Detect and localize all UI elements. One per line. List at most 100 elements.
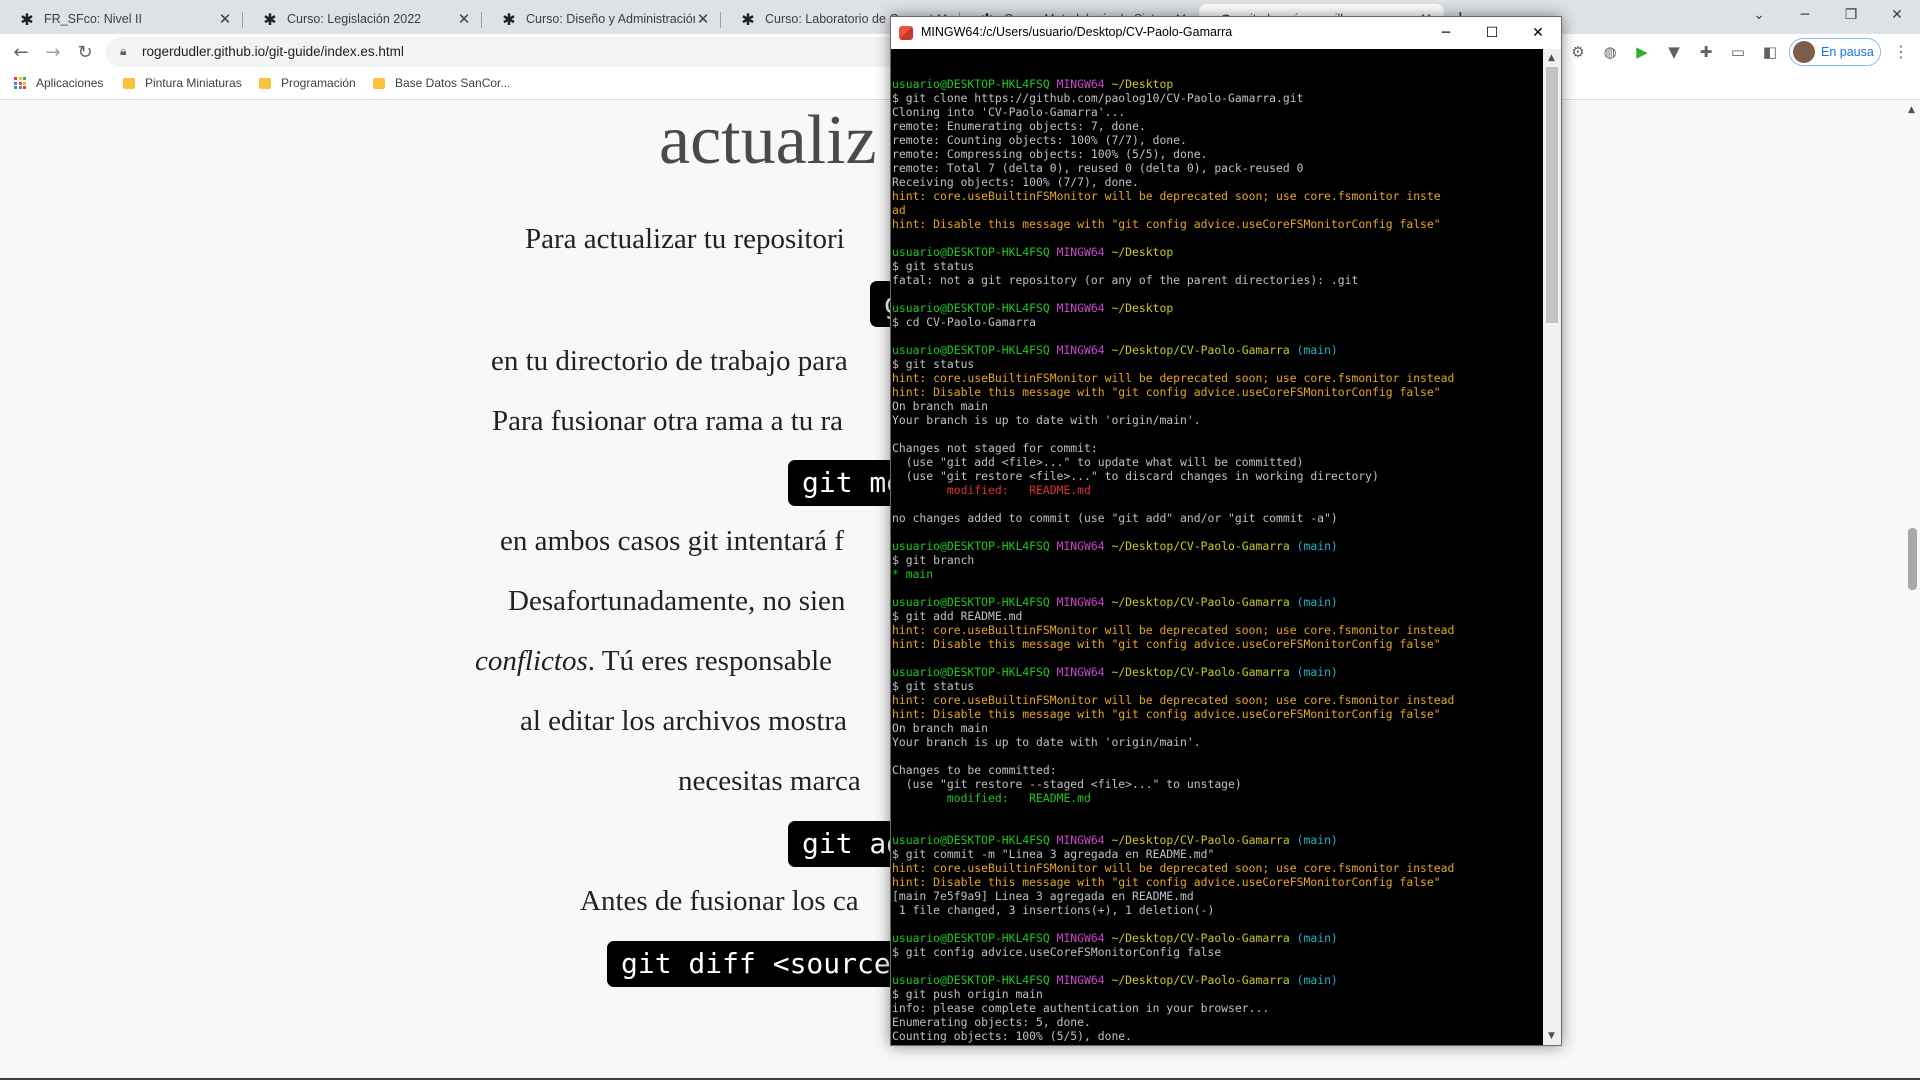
terminal-text: On branch main <box>892 399 989 413</box>
folder-icon <box>373 77 385 89</box>
terminal-text: info: please complete authentication in … <box>892 1001 1270 1015</box>
url-text[interactable]: rogerdudler.github.io/git-guide/index.es… <box>142 44 404 59</box>
terminal-text: ~/Desktop <box>1111 77 1174 91</box>
terminal-line: hint: core.useBuiltinFSMonitor will be d… <box>891 623 1543 637</box>
terminal-text: hint: core.useBuiltinFSMonitor will be d… <box>892 623 1455 637</box>
terminal-line: Your branch is up to date with 'origin/m… <box>891 735 1543 749</box>
terminal-text: ~/Desktop <box>1111 301 1174 315</box>
terminal-text: MINGW64 <box>1056 973 1112 987</box>
terminal-text: (main) <box>1296 833 1338 847</box>
scroll-up-icon[interactable]: ▲ <box>1548 53 1555 63</box>
terminal-text: usuario@DESKTOP-HKL4FSQ <box>892 665 1057 679</box>
terminal-line: remote: Total 7 (delta 0), reused 0 (del… <box>891 161 1543 175</box>
terminal-text: modified: README.md <box>892 791 1091 805</box>
side-panel-icon[interactable]: ◧ <box>1760 42 1780 62</box>
extension-2-icon[interactable]: ◍ <box>1600 42 1620 62</box>
terminal-text: $ git commit -m "Linea 3 agregada en REA… <box>892 847 1215 861</box>
menu-icon[interactable]: ⋮ <box>1893 42 1909 61</box>
paragraph-conflicts: conflictos. Tú eres responsable <box>475 645 832 678</box>
reload-icon[interactable]: ↻ <box>72 40 98 64</box>
terminal-line: (use "git restore <file>..." to discard … <box>891 469 1543 483</box>
terminal-line: usuario@DESKTOP-HKL4FSQ MINGW64 ~/Deskto… <box>891 973 1543 987</box>
terminal-text: MINGW64 <box>1056 77 1112 91</box>
tab-close-icon[interactable]: ✕ <box>695 10 711 28</box>
extension-3-icon[interactable]: ▶ <box>1632 42 1652 62</box>
profile-button[interactable]: En pausa <box>1789 38 1881 66</box>
terminal-text: fatal: not a git repository (or any of t… <box>892 273 1359 287</box>
terminal-text: ~/Desktop/CV-Paolo-Gamarra <box>1111 833 1297 847</box>
terminal-line: (use "git add <file>..." to update what … <box>891 455 1543 469</box>
terminal-text: * main <box>892 567 934 581</box>
bookmark-apps[interactable]: Aplicaciones <box>14 76 103 90</box>
maximize-icon[interactable]: ☐ <box>1469 17 1515 49</box>
tab-title: Curso: Diseño y Administración de <box>526 12 695 26</box>
terminal-text: (use "git restore --staged <file>..." to… <box>892 777 1242 791</box>
tab-3[interactable]: ✱ Curso: Diseño y Administración de ✕ <box>482 4 721 34</box>
minimize-icon[interactable]: ─ <box>1423 17 1469 49</box>
terminal-scrollbar[interactable]: ▲ ▼ <box>1543 49 1561 1045</box>
unsw-logo-icon: ✱ <box>741 9 755 29</box>
tab-close-icon[interactable]: ✕ <box>217 10 233 28</box>
terminal-text: Counting objects: 100% (5/5), done. <box>892 1029 1133 1043</box>
terminal-text: MINGW64 <box>1056 665 1112 679</box>
terminal-text: Changes to be committed: <box>892 763 1057 777</box>
terminal-titlebar[interactable]: MINGW64:/c/Users/usuario/Desktop/CV-Paol… <box>891 17 1561 49</box>
scrollbar-thumb[interactable] <box>1546 67 1558 323</box>
scrollbar-thumb[interactable] <box>1908 528 1917 590</box>
browser-close-icon[interactable]: ✕ <box>1874 0 1920 30</box>
terminal-window[interactable]: MINGW64:/c/Users/usuario/Desktop/CV-Paol… <box>890 16 1562 1046</box>
terminal-line: hint: Disable this message with "git con… <box>891 875 1543 889</box>
tab-1[interactable]: ✱ FR_SFco: Nivel II ✕ <box>0 4 243 34</box>
terminal-text: $ git clone https://github.com/paolog10/… <box>892 91 1304 105</box>
terminal-text: (use "git add <file>..." to update what … <box>892 455 1304 469</box>
extensions-icon[interactable]: ✚ <box>1696 42 1716 62</box>
page-scrollbar[interactable]: ▲ <box>1905 101 1920 1078</box>
forward-icon[interactable]: → <box>40 40 66 64</box>
terminal-output[interactable]: usuario@DESKTOP-HKL4FSQ MINGW64 ~/Deskto… <box>891 49 1543 1045</box>
cast-icon[interactable]: ▭ <box>1728 42 1748 62</box>
paragraph: necesitas marca <box>678 765 861 797</box>
scroll-up-icon[interactable]: ▲ <box>1908 105 1915 115</box>
bookmark-folder[interactable]: Programación <box>259 76 356 90</box>
terminal-line: info: please complete authentication in … <box>891 1001 1543 1015</box>
tab-2[interactable]: ✱ Curso: Legislación 2022 ✕ <box>243 4 482 34</box>
paragraph: al editar los archivos mostra <box>520 705 847 737</box>
terminal-text: hint: Disable this message with "git con… <box>892 637 1441 651</box>
browser-minimize-icon[interactable]: ─ <box>1782 0 1828 30</box>
terminal-text: ad <box>892 203 906 217</box>
scroll-down-icon[interactable]: ▼ <box>1548 1031 1555 1041</box>
bookmark-folder[interactable]: Pintura Miniaturas <box>123 76 242 90</box>
terminal-text: Cloning into 'CV-Paolo-Gamarra'... <box>892 105 1126 119</box>
close-icon[interactable]: ✕ <box>1515 17 1561 49</box>
paragraph: Desafortunadamente, no sien <box>508 585 846 617</box>
extension-4-icon[interactable]: ▼ <box>1664 42 1684 62</box>
terminal-line: Delta compression using up to 16 threads <box>891 1043 1543 1045</box>
terminal-line: usuario@DESKTOP-HKL4FSQ MINGW64 ~/Deskto… <box>891 245 1543 259</box>
terminal-line: On branch main <box>891 721 1543 735</box>
extension-1-icon[interactable]: ⚙ <box>1568 42 1588 62</box>
lock-icon[interactable]: 🔒︎ <box>120 44 126 59</box>
bookmark-folder[interactable]: Base Datos SanCor... <box>373 76 510 90</box>
paragraph: en tu directorio de trabajo para <box>491 345 848 377</box>
terminal-line: hint: core.useBuiltinFSMonitor will be d… <box>891 861 1543 875</box>
terminal-text: Changes not staged for commit: <box>892 441 1098 455</box>
terminal-text: hint: core.useBuiltinFSMonitor will be d… <box>892 189 1441 203</box>
terminal-line: * main <box>891 567 1543 581</box>
terminal-text: usuario@DESKTOP-HKL4FSQ <box>892 245 1057 259</box>
terminal-text: (main) <box>1296 931 1338 945</box>
terminal-text: MINGW64 <box>1056 833 1112 847</box>
terminal-text: MINGW64 <box>1056 595 1112 609</box>
tab-close-icon[interactable]: ✕ <box>456 10 472 28</box>
bookmark-label: Programación <box>281 76 356 90</box>
browser-restore-icon[interactable]: ❐ <box>1828 0 1874 30</box>
terminal-line: hint: Disable this message with "git con… <box>891 385 1543 399</box>
back-icon[interactable]: ← <box>8 40 34 64</box>
terminal-line: Counting objects: 100% (5/5), done. <box>891 1029 1543 1043</box>
tab-search-icon[interactable]: ⌄ <box>1736 0 1782 30</box>
terminal-line: remote: Counting objects: 100% (7/7), do… <box>891 133 1543 147</box>
terminal-line: $ git config advice.useCoreFSMonitorConf… <box>891 945 1543 959</box>
